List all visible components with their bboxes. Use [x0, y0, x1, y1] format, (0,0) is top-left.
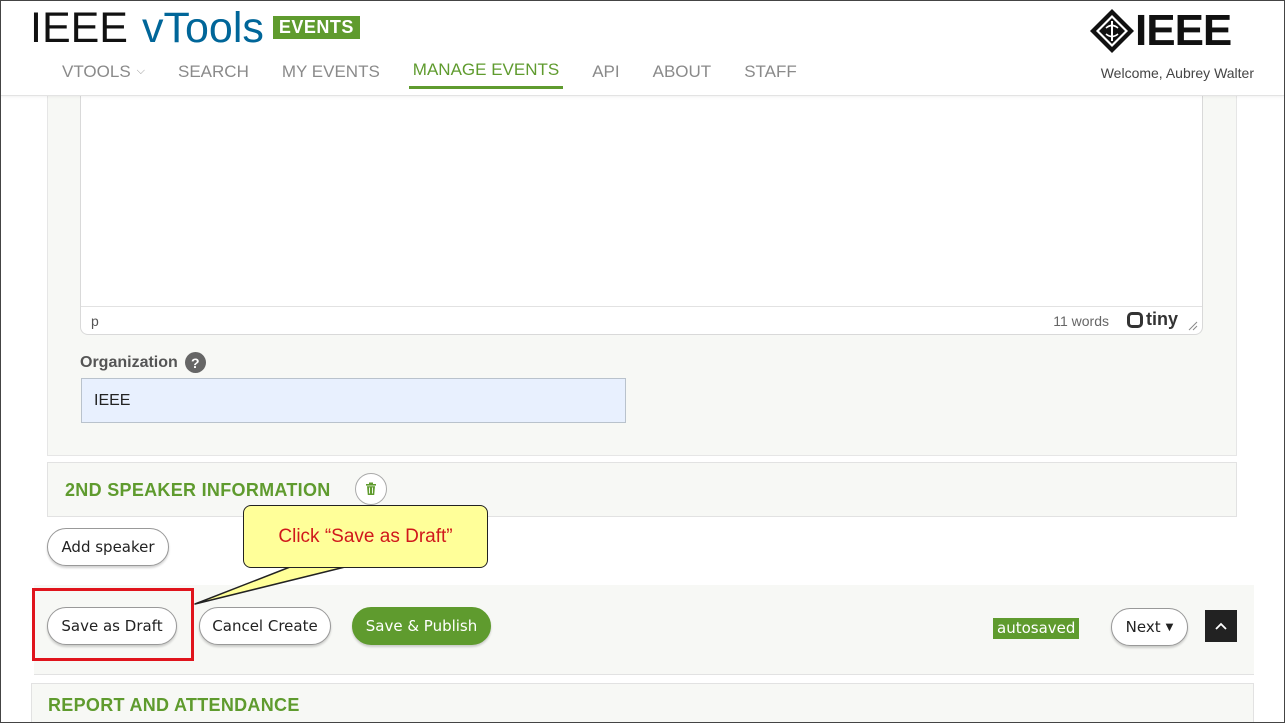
- editor-element-path[interactable]: p: [91, 313, 99, 329]
- welcome-text: Welcome, Aubrey Walter: [1100, 65, 1254, 81]
- ieee-logo-text: IEEE: [1135, 6, 1232, 55]
- nav-search-label: SEARCH: [178, 61, 249, 81]
- speaker2-title: 2ND SPEAKER INFORMATION: [65, 480, 331, 500]
- scroll-to-top-button[interactable]: [1205, 610, 1237, 642]
- nav-about-label: ABOUT: [652, 61, 712, 81]
- caret-down-icon: ▼: [1165, 621, 1174, 633]
- save-publish-button[interactable]: Save & Publish: [352, 607, 491, 645]
- report-attendance-panel[interactable]: REPORT AND ATTENDANCE: [31, 683, 1254, 723]
- autosaved-badge: autosaved: [993, 618, 1080, 639]
- delete-speaker-button[interactable]: [355, 473, 387, 505]
- chevron-down-icon: ⌵: [136, 65, 145, 77]
- site-header: IEEE vTools EVENTS VTOOLS ⌵ SEARCH MY EV…: [0, 0, 1285, 96]
- organization-input[interactable]: [81, 378, 626, 423]
- resize-handle-icon[interactable]: [1188, 321, 1198, 331]
- nav-about[interactable]: ABOUT: [649, 58, 716, 89]
- highlight-box: [32, 588, 194, 661]
- nav-manage-events-label: MANAGE EVENTS: [412, 60, 560, 79]
- add-speaker-button[interactable]: Add speaker: [47, 528, 169, 566]
- nav-api-label: API: [592, 61, 620, 81]
- tiny-icon: [1126, 311, 1143, 328]
- main-nav: VTOOLS ⌵ SEARCH MY EVENTS MANAGE EVENTS …: [44, 58, 826, 89]
- nav-manage-events[interactable]: MANAGE EVENTS: [408, 58, 564, 89]
- instruction-callout: Click “Save as Draft”: [243, 505, 488, 568]
- brand-events-badge: EVENTS: [272, 16, 360, 39]
- nav-staff[interactable]: STAFF: [740, 58, 801, 89]
- organization-label-text: Organization: [80, 353, 178, 371]
- cancel-create-button[interactable]: Cancel Create: [199, 607, 331, 645]
- callout-text: Click “Save as Draft”: [278, 525, 453, 547]
- brand-ieee-text: IEEE: [30, 4, 128, 52]
- tiny-logo-text: tiny: [1145, 309, 1178, 329]
- nav-my-events[interactable]: MY EVENTS: [278, 58, 384, 89]
- report-attendance-title: REPORT AND ATTENDANCE: [48, 695, 300, 715]
- editor-statusbar: p 11 words tiny: [81, 306, 1202, 334]
- nav-search[interactable]: SEARCH: [174, 58, 253, 89]
- nav-my-events-label: MY EVENTS: [281, 61, 380, 81]
- organization-label: Organization ?: [80, 352, 206, 373]
- brand-vtools-text: vTools: [142, 4, 264, 52]
- editor-word-count[interactable]: 11 words: [1053, 313, 1109, 329]
- next-button[interactable]: Next ▼: [1111, 608, 1188, 646]
- chevron-up-icon: [1215, 622, 1227, 630]
- speaker2-panel[interactable]: 2ND SPEAKER INFORMATION: [47, 462, 1237, 517]
- next-button-label: Next: [1125, 618, 1161, 636]
- nav-vtools-label: VTOOLS: [62, 61, 131, 81]
- nav-api[interactable]: API: [588, 58, 623, 89]
- trash-icon: [366, 482, 376, 495]
- nav-vtools[interactable]: VTOOLS ⌵: [58, 58, 149, 89]
- nav-staff-label: STAFF: [744, 61, 797, 81]
- rich-text-editor[interactable]: p 11 words tiny: [80, 96, 1203, 335]
- brand-logo[interactable]: IEEE vTools EVENTS: [30, 4, 360, 52]
- ieee-diamond-icon: [1090, 9, 1134, 53]
- help-icon[interactable]: ?: [184, 352, 206, 373]
- ieee-logo[interactable]: IEEE: [1089, 6, 1232, 55]
- tiny-logo[interactable]: tiny: [1126, 309, 1178, 330]
